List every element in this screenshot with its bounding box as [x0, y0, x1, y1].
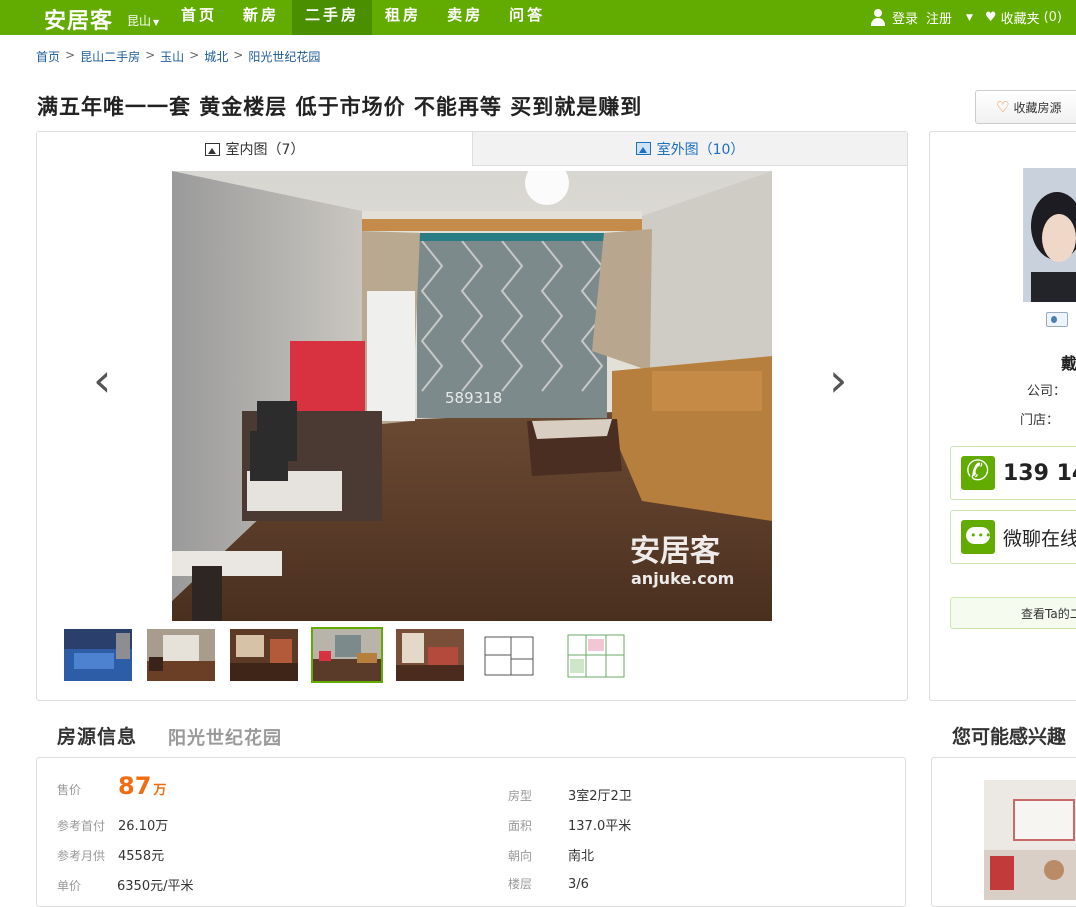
floor-label: 楼层	[508, 877, 533, 891]
image-icon	[635, 142, 651, 155]
thumbnail-5[interactable]	[396, 629, 464, 681]
thumbnail-1[interactable]	[64, 629, 132, 681]
tab-exterior[interactable]: 室外图（10）	[472, 132, 907, 166]
breadcrumb-community[interactable]: 阳光世纪花园	[248, 48, 320, 65]
floor-row: 楼层 3/6	[508, 875, 589, 892]
tab-exterior-label: 室外图（10）	[656, 141, 745, 158]
phone-button[interactable]: 139 14	[950, 446, 1076, 500]
unit-price-row: 单价 6350元/平米	[57, 875, 193, 894]
recommend-listing-photo[interactable]	[984, 780, 1076, 900]
agent-name: 戴	[1061, 354, 1076, 373]
tab-interior[interactable]: 室内图（7）	[37, 132, 472, 166]
city-label: 昆山	[127, 14, 152, 28]
area-value: 137.0平米	[568, 819, 632, 834]
orientation-label: 朝向	[508, 849, 533, 863]
recommend-box	[931, 757, 1076, 907]
down-payment-row: 参考首付 26.10万	[57, 815, 168, 834]
register-link[interactable]: 注册	[926, 8, 952, 27]
monthly-payment-label: 参考月供	[57, 849, 106, 863]
layout-row: 房型 3室2厅2卫	[508, 785, 632, 804]
layout-label: 房型	[508, 789, 533, 803]
floor-value: 3/6	[568, 877, 589, 892]
listing-info-title: 房源信息	[57, 726, 138, 748]
wechat-label: 微聊在线	[1003, 527, 1076, 550]
tab-interior-label: 室内图（7）	[225, 142, 305, 158]
page-title: 满五年唯一一套 黄金楼层 低于市场价 不能再等 买到就是赚到	[37, 95, 643, 119]
nav-item-qa[interactable]: 问答	[496, 0, 558, 35]
orientation-value: 南北	[568, 849, 595, 864]
monthly-payment-row: 参考月供 4558元	[57, 845, 164, 864]
chevron-down-icon: ▼	[153, 18, 160, 27]
id-card-icon[interactable]	[1046, 312, 1068, 327]
image-icon	[204, 142, 220, 156]
heart-icon: ♥	[984, 10, 997, 25]
svg-text:589318: 589318	[445, 389, 502, 407]
breadcrumb-district[interactable]: 玉山	[160, 48, 184, 65]
phone-icon	[961, 454, 995, 490]
chevron-down-icon[interactable]: ▼	[966, 13, 973, 23]
layout-value: 3室2厅2卫	[568, 789, 632, 804]
heart-outline-icon: ♡	[996, 98, 1010, 116]
thumbnail-floorplan-2[interactable]	[562, 629, 630, 681]
recommend-title: 您可能感兴趣	[952, 726, 1067, 748]
price-unit: 万	[153, 783, 167, 798]
breadcrumb-home[interactable]: 首页	[36, 48, 60, 65]
orientation-row: 朝向 南北	[508, 845, 594, 864]
unit-price-label: 单价	[57, 879, 82, 893]
svg-text:anjuke.com: anjuke.com	[631, 569, 734, 588]
price-label: 售价	[57, 783, 82, 797]
agent-other-listings-button[interactable]: 查看Ta的二手房	[950, 597, 1076, 629]
nav-item-new-homes[interactable]: 新房	[230, 0, 292, 35]
city-selector[interactable]: 昆山 ▼	[127, 12, 159, 29]
agent-company-label: 公司：	[1027, 384, 1067, 399]
main-nav: 首页 新房 二手房 租房 卖房 问答	[168, 0, 558, 35]
breadcrumb-city[interactable]: 昆山二手房	[80, 48, 140, 65]
agent-store-label: 门店：	[1020, 413, 1060, 428]
nav-item-rent[interactable]: 租房	[372, 0, 434, 35]
site-logo[interactable]: 安居客	[44, 3, 113, 35]
favorite-listing-button[interactable]: ♡ 收藏房源	[975, 90, 1076, 124]
favorites-count: (0)	[1043, 10, 1062, 25]
favorites-link[interactable]: 收藏夹	[1001, 8, 1040, 27]
down-payment-value: 26.10万	[118, 819, 169, 834]
svg-text:安居客: 安居客	[630, 534, 720, 569]
thumbnail-floorplan-1[interactable]	[479, 629, 547, 681]
nav-item-sell[interactable]: 卖房	[434, 0, 496, 35]
area-row: 面积 137.0平米	[508, 815, 631, 834]
agent-phone: 139 14	[1003, 460, 1076, 486]
listing-info-box: 售价 87 万 参考首付 26.10万 参考月供 4558元 单价 6350元/…	[36, 757, 906, 907]
thumbnail-4[interactable]	[311, 627, 383, 683]
chat-bubble-icon	[961, 520, 995, 554]
main-photo[interactable]: 589318 安居客 anjuke.com	[172, 171, 772, 621]
price-value: 87	[118, 772, 152, 800]
nav-item-second-hand[interactable]: 二手房	[292, 0, 373, 35]
thumbnail-2[interactable]	[147, 629, 215, 681]
monthly-payment-value: 4558元	[118, 849, 165, 864]
down-payment-label: 参考首付	[57, 819, 106, 833]
breadcrumb-area[interactable]: 城北	[204, 48, 228, 65]
login-link[interactable]: 登录	[892, 8, 918, 27]
user-icon	[870, 8, 886, 27]
living-room-photo: 589318 安居客 anjuke.com	[172, 171, 772, 621]
nav-item-home[interactable]: 首页	[168, 0, 230, 35]
community-name[interactable]: 阳光世纪花园	[168, 724, 282, 750]
favorite-listing-label: 收藏房源	[1013, 100, 1062, 115]
next-photo-arrow[interactable]: ›	[829, 357, 847, 403]
prev-photo-arrow[interactable]: ‹	[93, 357, 111, 403]
thumbnail-3[interactable]	[230, 629, 298, 681]
price-row: 售价 87 万	[57, 772, 166, 800]
breadcrumb: 首页 > 昆山二手房 > 玉山 > 城北 > 阳光世纪花园	[36, 48, 321, 65]
photo-gallery: 室内图（7） 室外图（10） ‹ › 589318 安居客 anjuke.com	[36, 131, 908, 701]
user-area: 登录 注册 ▼ ♥ 收藏夹 (0)	[870, 0, 1076, 35]
agent-avatar[interactable]	[1023, 168, 1076, 302]
wechat-button[interactable]: 微聊在线	[950, 510, 1076, 564]
gallery-tabs: 室内图（7） 室外图（10）	[37, 132, 907, 166]
unit-price-value: 6350元/平米	[117, 879, 194, 894]
agent-card: 戴 公司： 门店： 139 14 微聊在线 查看Ta的二手房	[929, 131, 1076, 701]
top-nav-bar: 安居客 昆山 ▼ 首页 新房 二手房 租房 卖房 问答 登录 注册 ▼ ♥ 收藏夹…	[0, 0, 1076, 35]
area-label: 面积	[508, 819, 533, 833]
